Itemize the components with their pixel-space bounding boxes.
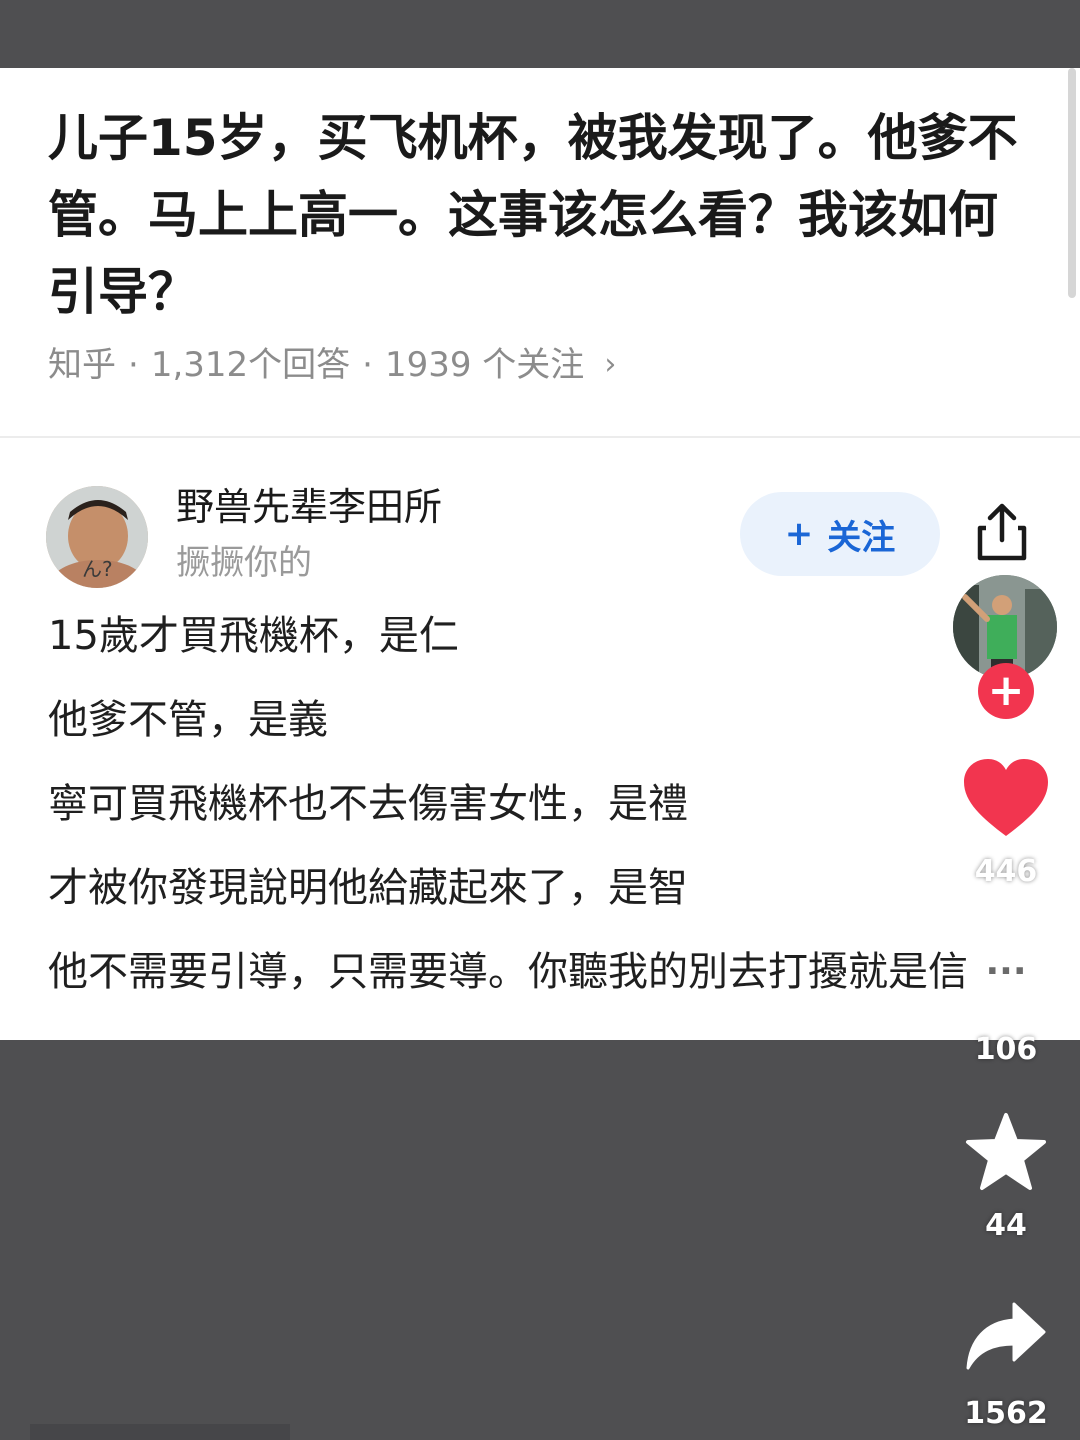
forward-button[interactable] xyxy=(950,1300,1062,1376)
share-upload-icon[interactable] xyxy=(972,500,1032,564)
author-avatar[interactable]: ん? xyxy=(46,486,148,588)
source-label: 知乎 xyxy=(48,345,116,385)
author-name[interactable]: 野兽先辈李田所 xyxy=(176,482,442,532)
scrollbar[interactable] xyxy=(1068,68,1076,298)
favorite-button[interactable] xyxy=(950,1112,1062,1196)
author-bio: 撅撅你的 xyxy=(176,543,312,583)
follower-count: 1939 个关注 xyxy=(384,345,585,385)
answer-count: 1,312个回答 xyxy=(150,345,351,385)
favorite-count: 44 xyxy=(985,1208,1027,1243)
follow-creator-button[interactable]: + xyxy=(978,663,1034,719)
heart-icon xyxy=(964,759,1048,836)
bottom-bar xyxy=(30,1424,290,1440)
answer-line: 15歲才買飛機杯，是仁 xyxy=(48,613,459,659)
forward-arrow-icon xyxy=(966,1302,1046,1370)
like-count: 446 xyxy=(974,854,1038,889)
answer-line: 寧可買飛機杯也不去傷害女性，是禮 xyxy=(48,781,688,827)
follow-label: 关注 xyxy=(827,517,896,558)
answer-line: 他爹不管，是義 xyxy=(48,697,328,743)
avatar-tag: ん? xyxy=(82,557,113,581)
meta-separator: · xyxy=(362,345,373,385)
question-meta[interactable]: 知乎 · 1,312个回答 · 1939 个关注 › xyxy=(48,340,616,390)
comment-dots: ··· xyxy=(985,951,1027,992)
answer-body[interactable]: 15歲才買飛機杯，是仁 他爹不管，是義 寧可買飛機杯也不去傷害女性，是禮 才被你… xyxy=(48,606,1080,1026)
user-avatar-icon: ん? xyxy=(46,486,148,588)
question-title[interactable]: 儿子15岁，买飞机杯，被我发现了。他爹不管。马上上高一。这事该怎么看？我该如何引… xyxy=(48,100,1018,331)
chevron-right-icon: › xyxy=(604,347,617,382)
plus-icon: + xyxy=(784,514,814,554)
like-button[interactable] xyxy=(950,758,1062,842)
comment-count: 106 xyxy=(974,1032,1038,1067)
answer-line: 他不需要引導，只需要導。你聽我的別去打擾就是信 xyxy=(48,949,968,995)
star-icon xyxy=(966,1113,1046,1190)
follow-button[interactable]: + 关注 xyxy=(740,492,940,576)
answer-line: 才被你發現說明他給藏起來了，是智 xyxy=(48,865,688,911)
section-divider xyxy=(0,436,1080,438)
meta-separator: · xyxy=(128,345,139,385)
forward-count: 1562 xyxy=(964,1396,1048,1431)
